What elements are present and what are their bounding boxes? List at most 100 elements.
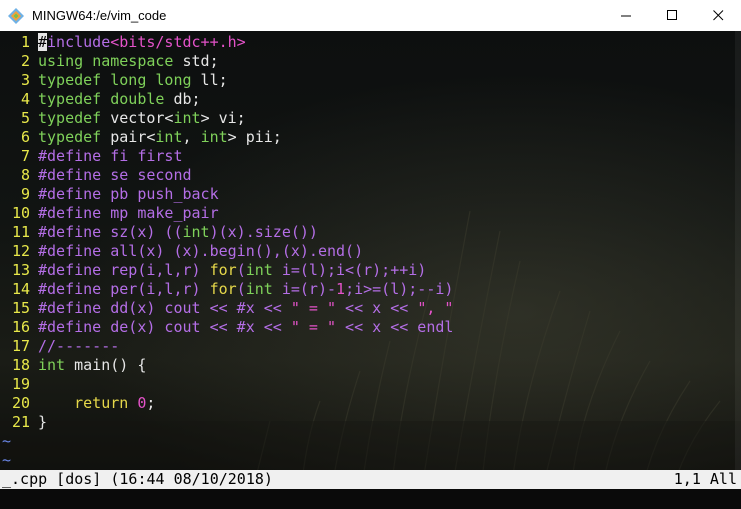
code-token: namespace bbox=[92, 52, 174, 70]
code-line[interactable]: 11 #define sz(x) ((int)(x).size()) bbox=[0, 223, 741, 242]
command-line[interactable] bbox=[0, 489, 741, 509]
code-text: #define per(i,l,r) for(int i=(r)-1;i>=(l… bbox=[38, 280, 453, 299]
line-number: 16 bbox=[11, 318, 30, 336]
code-line[interactable]: 19 bbox=[0, 375, 741, 394]
close-icon bbox=[712, 10, 723, 21]
line-number: 4 bbox=[20, 90, 30, 108]
line-number: 10 bbox=[11, 204, 30, 222]
line-number: 12 bbox=[11, 242, 30, 260]
code-text: return 0; bbox=[38, 394, 155, 413]
line-number: 11 bbox=[11, 223, 30, 241]
tilde-marker: ~ bbox=[2, 451, 12, 469]
code-token: i=(r)- bbox=[272, 280, 337, 298]
code-token: )(x).size()) bbox=[209, 223, 318, 241]
code-token: vector< bbox=[101, 109, 174, 127]
line-number: 9 bbox=[20, 185, 30, 203]
code-token: int bbox=[245, 261, 273, 279]
code-line[interactable]: 6 typedef pair<int, int> pii; bbox=[0, 128, 741, 147]
terminal-window: MINGW64:/e/vim_code 1 #include<bits/stdc… bbox=[0, 0, 741, 509]
code-token: typedef bbox=[38, 109, 102, 127]
code-text: } bbox=[38, 413, 47, 432]
code-text: #define dd(x) cout << #x << " = " << x <… bbox=[38, 299, 453, 318]
code-token: int bbox=[173, 109, 201, 127]
code-token: ", " bbox=[417, 299, 454, 317]
code-line[interactable]: 10 #define mp make_pair bbox=[0, 204, 741, 223]
code-token: << x << bbox=[336, 299, 418, 317]
line-number: 7 bbox=[20, 147, 30, 165]
maximize-button[interactable] bbox=[649, 0, 695, 31]
code-line[interactable]: 20 return 0; bbox=[0, 394, 741, 413]
code-line[interactable]: 17 //------- bbox=[0, 337, 741, 356]
code-line[interactable]: 14 #define per(i,l,r) for(int i=(r)-1;i>=… bbox=[0, 280, 741, 299]
code-text: #define mp make_pair bbox=[38, 204, 219, 223]
code-text: #define pb push_back bbox=[38, 185, 219, 204]
scrollbar[interactable] bbox=[735, 31, 741, 489]
code-token: //------- bbox=[38, 337, 120, 355]
code-token: #define pb push_back bbox=[38, 185, 219, 203]
line-number: 13 bbox=[11, 261, 30, 279]
code-text: #define rep(i,l,r) for(int i=(l);i<(r);+… bbox=[38, 261, 426, 280]
code-line[interactable]: 2 using namespace std; bbox=[0, 52, 741, 71]
code-token: << x << endl bbox=[336, 318, 454, 336]
empty-buffer-line: ~ bbox=[0, 451, 741, 470]
code-token: ( bbox=[236, 261, 246, 279]
minimize-button[interactable] bbox=[603, 0, 649, 31]
title-bar[interactable]: MINGW64:/e/vim_code bbox=[0, 0, 741, 31]
code-line[interactable]: 18 int main() { bbox=[0, 356, 741, 375]
code-token: " = " bbox=[290, 299, 337, 317]
code-line[interactable]: 21} bbox=[0, 413, 741, 432]
line-number: 6 bbox=[20, 128, 30, 146]
code-token: main() { bbox=[65, 356, 147, 374]
code-token: , bbox=[182, 128, 201, 146]
code-token: #define all(x) (x).begin(),(x).end() bbox=[38, 242, 364, 260]
code-text: #define sz(x) ((int)(x).size()) bbox=[38, 223, 318, 242]
code-line[interactable]: 13 #define rep(i,l,r) for(int i=(l);i<(r)… bbox=[0, 261, 741, 280]
minimize-icon bbox=[620, 15, 631, 17]
code-token: i=(l);i<(r);++i) bbox=[272, 261, 427, 279]
code-line[interactable]: 12 #define all(x) (x).begin(),(x).end() bbox=[0, 242, 741, 261]
code-token: return bbox=[74, 394, 129, 412]
code-token: ( bbox=[236, 280, 246, 298]
code-text: typedef pair<int, int> pii; bbox=[38, 128, 282, 147]
close-button[interactable] bbox=[695, 0, 741, 31]
line-number: 14 bbox=[11, 280, 30, 298]
code-line[interactable]: 1 #include<bits/stdc++.h> bbox=[0, 33, 741, 52]
code-line[interactable]: 16 #define de(x) cout << #x << " = " << x… bbox=[0, 318, 741, 337]
code-token: ; bbox=[146, 394, 156, 412]
code-buffer[interactable]: 1 #include<bits/stdc++.h> 2 using namespace… bbox=[0, 33, 741, 470]
window-title: MINGW64:/e/vim_code bbox=[32, 8, 167, 23]
code-line[interactable]: 3 typedef long long ll; bbox=[0, 71, 741, 90]
code-token: int bbox=[245, 280, 273, 298]
code-token: ll; bbox=[191, 71, 228, 89]
code-token: db; bbox=[164, 90, 201, 108]
text-cursor: # bbox=[38, 33, 48, 51]
code-token: pair< bbox=[101, 128, 156, 146]
code-token: using bbox=[38, 52, 84, 70]
code-text: #define fi first bbox=[38, 147, 183, 166]
code-token: typedef bbox=[38, 71, 102, 89]
code-token: " = " bbox=[290, 318, 337, 336]
code-token: long bbox=[155, 71, 192, 89]
code-line[interactable]: 8 #define se second bbox=[0, 166, 741, 185]
code-text: int main() { bbox=[38, 356, 146, 375]
code-token: #define per(i,l,r) bbox=[38, 280, 210, 298]
code-line[interactable]: 7 #define fi first bbox=[0, 147, 741, 166]
tilde-marker: ~ bbox=[2, 432, 12, 450]
code-token: #define dd(x) cout << #x << bbox=[38, 299, 291, 317]
vim-editor-area[interactable]: 1 #include<bits/stdc++.h> 2 using namespace… bbox=[0, 31, 741, 501]
code-text: typedef vector<int> vi; bbox=[38, 109, 246, 128]
code-line[interactable]: 4 typedef double db; bbox=[0, 90, 741, 109]
code-line[interactable]: 15 #define dd(x) cout << #x << " = " << x… bbox=[0, 299, 741, 318]
code-token: #define rep(i,l,r) bbox=[38, 261, 210, 279]
code-token: #define sz(x) (( bbox=[38, 223, 183, 241]
code-line[interactable]: 5 typedef vector<int> vi; bbox=[0, 109, 741, 128]
status-file-info: _.cpp [dos] (16:44 08/10/2018) bbox=[2, 470, 273, 488]
code-token: #define mp make_pair bbox=[38, 204, 219, 222]
code-text: #define se second bbox=[38, 166, 192, 185]
code-token: double bbox=[110, 90, 165, 108]
code-line[interactable]: 9 #define pb push_back bbox=[0, 185, 741, 204]
